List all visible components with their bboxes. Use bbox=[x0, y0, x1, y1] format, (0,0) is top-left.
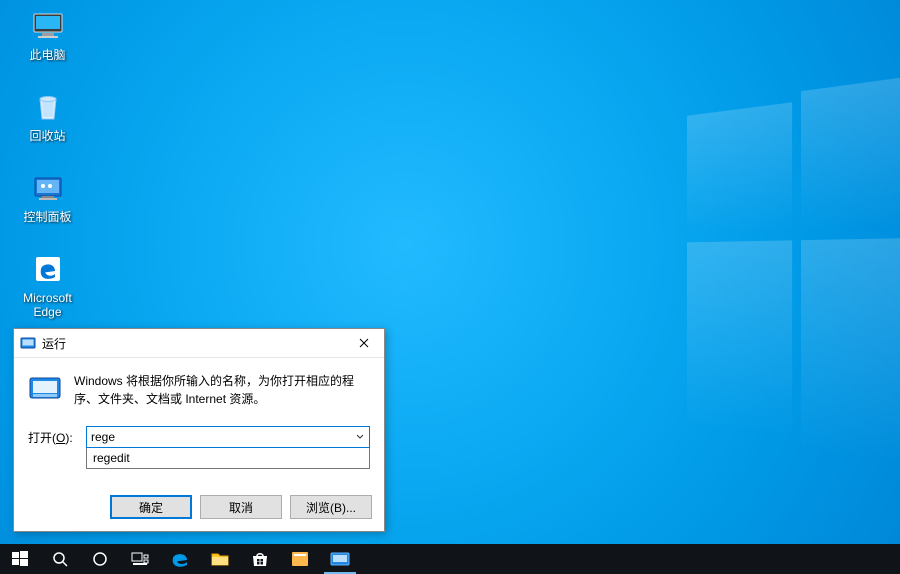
search-icon bbox=[52, 551, 68, 567]
file-explorer-taskbar-icon[interactable] bbox=[200, 544, 240, 574]
desktop-icon-label: 控制面板 bbox=[23, 210, 71, 224]
autocomplete-list: regedit bbox=[86, 448, 370, 469]
app-icon bbox=[291, 551, 309, 567]
desktop-icon-edge[interactable]: Microsoft Edge bbox=[10, 243, 85, 324]
control-panel-icon bbox=[28, 168, 68, 208]
store-taskbar-icon[interactable] bbox=[240, 544, 280, 574]
run-dialog-title: 运行 bbox=[42, 335, 344, 352]
chevron-down-icon bbox=[356, 434, 364, 440]
edge-icon bbox=[28, 249, 68, 289]
store-icon bbox=[251, 550, 269, 568]
edge-taskbar-icon[interactable] bbox=[160, 544, 200, 574]
cortana-button[interactable] bbox=[80, 544, 120, 574]
run-open-combobox[interactable] bbox=[86, 426, 370, 448]
run-dialog-titlebar[interactable]: 运行 bbox=[14, 329, 384, 358]
desktop-icon-label: Microsoft Edge bbox=[23, 291, 72, 319]
combobox-dropdown-button[interactable] bbox=[351, 434, 369, 440]
start-button[interactable] bbox=[0, 544, 40, 574]
cancel-button[interactable]: 取消 bbox=[200, 495, 282, 519]
edge-icon bbox=[170, 549, 190, 569]
desktop-icon-label: 回收站 bbox=[29, 129, 65, 143]
windows-logo-icon bbox=[12, 551, 28, 567]
computer-icon bbox=[28, 6, 68, 46]
run-dialog-description: Windows 将根据你所输入的名称，为你打开相应的程序、文件夹、文档或 Int… bbox=[74, 372, 370, 408]
ok-button[interactable]: 确定 bbox=[110, 495, 192, 519]
task-view-icon bbox=[131, 552, 149, 566]
desktop-icon-label: 此电脑 bbox=[29, 48, 65, 62]
desktop-icon-recycle-bin[interactable]: 回收站 bbox=[10, 81, 85, 162]
taskbar bbox=[0, 544, 900, 574]
run-dialog-large-icon bbox=[28, 372, 62, 406]
desktop-icon-this-pc[interactable]: 此电脑 bbox=[10, 0, 85, 81]
desktop-background[interactable]: 此电脑 回收站 bbox=[0, 0, 900, 544]
desktop-icon-control-panel[interactable]: 控制面板 bbox=[10, 162, 85, 243]
autocomplete-item[interactable]: regedit bbox=[87, 448, 369, 468]
recycle-bin-icon bbox=[28, 87, 68, 127]
close-icon bbox=[359, 338, 369, 348]
run-icon bbox=[330, 551, 350, 567]
close-button[interactable] bbox=[344, 329, 384, 357]
cortana-icon bbox=[92, 551, 108, 567]
run-dialog-icon bbox=[20, 335, 36, 351]
run-open-label: 打开(O): bbox=[28, 429, 78, 446]
run-open-input[interactable] bbox=[87, 428, 351, 446]
task-view-button[interactable] bbox=[120, 544, 160, 574]
app-taskbar-icon[interactable] bbox=[280, 544, 320, 574]
run-dialog: 运行 Windows 将根据你所输入的名称，为你打开相应的程序、文件夹、文档或 … bbox=[13, 328, 385, 532]
wallpaper-windows-logo bbox=[687, 13, 900, 516]
search-button[interactable] bbox=[40, 544, 80, 574]
browse-button[interactable]: 浏览(B)... bbox=[290, 495, 372, 519]
folder-icon bbox=[211, 551, 229, 567]
run-taskbar-icon[interactable] bbox=[320, 544, 360, 574]
